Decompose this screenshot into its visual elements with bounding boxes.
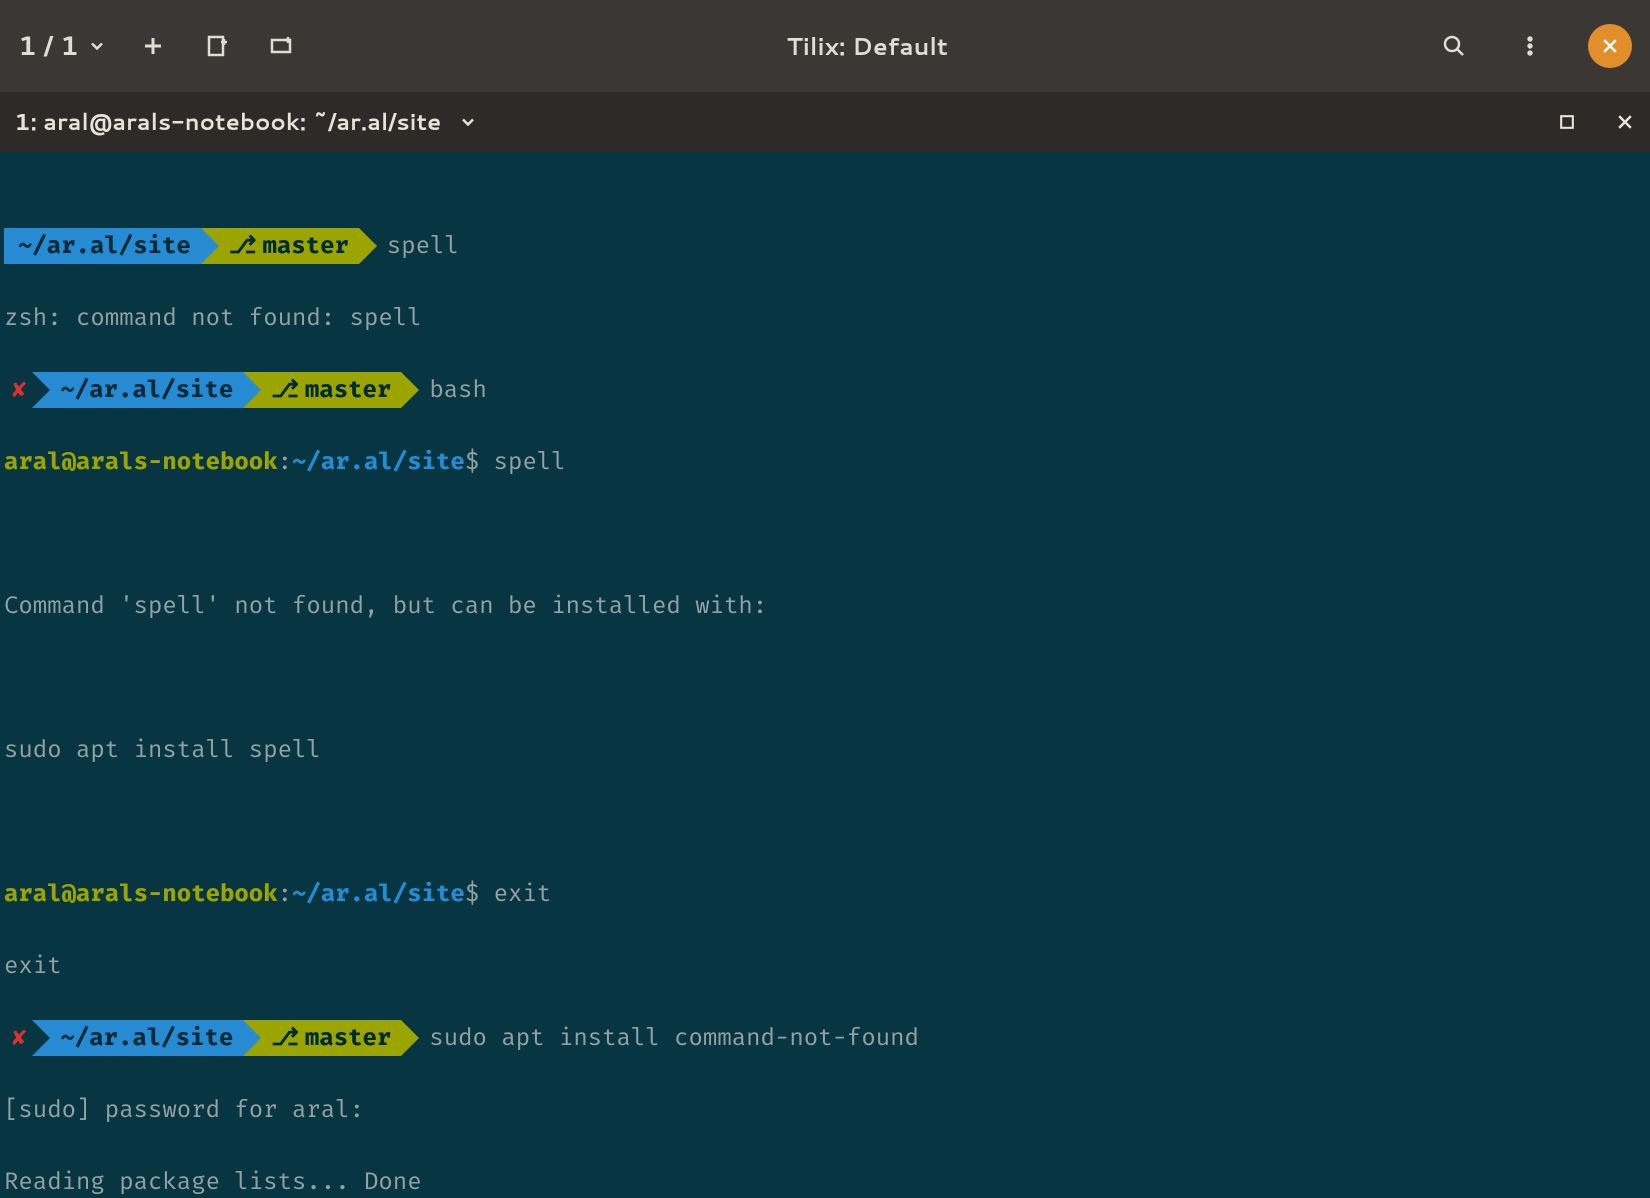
git-branch-icon: ⎇ — [271, 1024, 299, 1052]
prompt-path-segment: ~/ar.al/site — [32, 1020, 243, 1056]
prompt-line: ~/ar.al/site⎇masterspell — [4, 228, 1646, 264]
prompt-branch-segment: ⎇master — [201, 228, 359, 264]
bash-prompt-line: aral@arals-notebook:~/ar.al/site$ spell — [4, 444, 1646, 480]
output-line: exit — [4, 948, 1646, 984]
add-terminal-right-button[interactable] — [263, 28, 299, 64]
bash-sigil: $ — [465, 448, 479, 476]
output-line: zsh: command not found: spell — [4, 300, 1646, 336]
prompt-branch-segment: ⎇master — [243, 1020, 401, 1056]
output-line: Reading package lists... Done — [4, 1164, 1646, 1198]
pane-close-button[interactable] — [1614, 111, 1636, 133]
git-branch-icon: ⎇ — [271, 376, 299, 404]
prompt-line: ✘~/ar.al/site⎇mastersudo apt install com… — [4, 1020, 1646, 1056]
output-line: sudo apt install spell — [4, 732, 1646, 768]
prompt-path-segment: ~/ar.al/site — [32, 372, 243, 408]
prompt-path-segment: ~/ar.al/site — [4, 228, 201, 264]
pane-title: 1: aral@arals-notebook: ~/ar.al/site — [14, 106, 441, 138]
maximize-icon — [1557, 112, 1577, 132]
prompt-line: ✘~/ar.al/site⎇masterbash — [4, 372, 1646, 408]
command-text: sudo apt install command-not-found — [401, 1024, 919, 1052]
chevron-down-icon — [87, 36, 107, 56]
blank-line — [4, 660, 1646, 696]
app-titlebar: 1 / 1 Tilix: Default — [0, 0, 1650, 92]
search-button[interactable] — [1436, 28, 1472, 64]
pane-title-dropdown[interactable] — [457, 111, 479, 133]
bash-prompt-line: aral@arals-notebook:~/ar.al/site$ exit — [4, 876, 1646, 912]
prompt-status-segment: ✘ — [4, 372, 32, 408]
command-text: spell — [494, 448, 566, 476]
close-icon — [1600, 36, 1620, 56]
session-switcher[interactable]: 1 / 1 — [18, 28, 107, 64]
bash-path: ~/ar.al/site — [292, 880, 465, 908]
output-line: [sudo] password for aral: — [4, 1092, 1646, 1128]
close-icon — [1615, 112, 1635, 132]
window-title: Tilix: Default — [309, 29, 1426, 63]
command-text: exit — [494, 880, 552, 908]
bash-path: ~/ar.al/site — [292, 448, 465, 476]
add-terminal-button[interactable] — [135, 28, 171, 64]
add-terminal-down-button[interactable] — [199, 28, 235, 64]
menu-button[interactable] — [1512, 28, 1548, 64]
blank-line — [4, 516, 1646, 552]
output-line: Command 'spell' not found, but can be in… — [4, 588, 1646, 624]
prompt-status-segment: ✘ — [4, 1020, 32, 1056]
session-count-label: 1 / 1 — [18, 28, 79, 64]
split-down-icon — [205, 34, 229, 58]
bash-user-host: aral@arals-notebook — [4, 448, 278, 476]
pane-maximize-button[interactable] — [1556, 111, 1578, 133]
terminal-surface[interactable]: ~/ar.al/site⎇masterspell zsh: command no… — [0, 152, 1650, 1198]
git-branch-icon: ⎇ — [229, 232, 257, 260]
pane-titlebar: 1: aral@arals-notebook: ~/ar.al/site — [0, 92, 1650, 152]
blank-line — [4, 804, 1646, 840]
error-x-icon: ✘ — [12, 1024, 26, 1052]
plus-icon — [141, 34, 165, 58]
window-close-button[interactable] — [1588, 24, 1632, 68]
error-x-icon: ✘ — [12, 376, 26, 404]
chevron-down-icon — [458, 112, 478, 132]
bash-user-host: aral@arals-notebook — [4, 880, 278, 908]
bash-sigil: $ — [465, 880, 479, 908]
kebab-menu-icon — [1518, 34, 1542, 58]
search-icon — [1442, 34, 1466, 58]
prompt-branch-segment: ⎇master — [243, 372, 401, 408]
split-right-icon — [269, 34, 293, 58]
